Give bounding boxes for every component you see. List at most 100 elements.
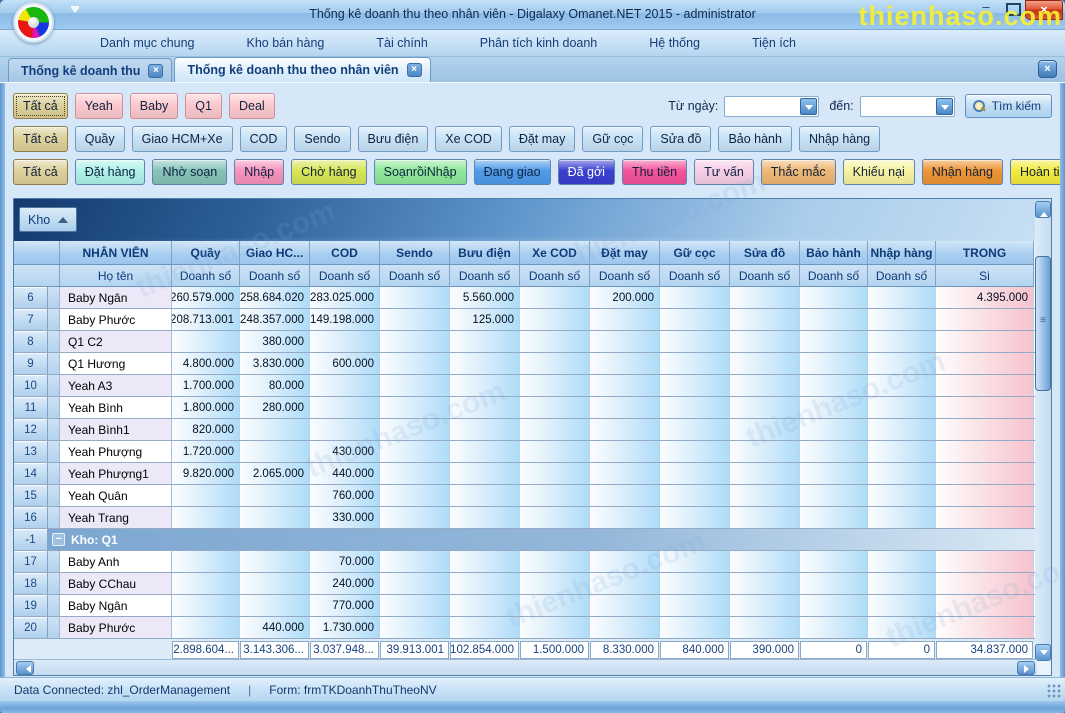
grid-cell[interactable] bbox=[660, 573, 730, 594]
grid-cell[interactable] bbox=[730, 617, 800, 638]
employee-name-cell[interactable]: Baby Anh bbox=[60, 551, 172, 572]
column-header-quay[interactable]: Quầy bbox=[172, 241, 240, 265]
collapse-icon[interactable]: − bbox=[52, 533, 65, 546]
grid-cell[interactable] bbox=[660, 485, 730, 506]
filter-button-a-goi[interactable]: Đã gởi bbox=[558, 159, 615, 185]
grid-cell[interactable] bbox=[730, 353, 800, 374]
row-number[interactable]: -1 bbox=[14, 529, 48, 550]
grid-cell[interactable]: 260.579.000 bbox=[172, 287, 240, 308]
row-number[interactable]: 19 bbox=[14, 595, 48, 616]
filter-button-tat-ca[interactable]: Tất cả bbox=[13, 93, 68, 119]
grid-cell[interactable] bbox=[800, 331, 868, 352]
grid-cell[interactable] bbox=[936, 507, 1034, 528]
grid-cell[interactable] bbox=[868, 397, 936, 418]
group-row-bar[interactable]: −Kho: Q1 bbox=[48, 529, 1037, 550]
grid-cell[interactable] bbox=[380, 331, 450, 352]
grid-cell[interactable] bbox=[380, 507, 450, 528]
filter-button-xe-cod[interactable]: Xe COD bbox=[435, 126, 502, 152]
grid-cell[interactable] bbox=[520, 463, 590, 484]
grid-cell[interactable] bbox=[172, 617, 240, 638]
scroll-down-icon[interactable] bbox=[1035, 644, 1051, 661]
grid-cell[interactable] bbox=[310, 397, 380, 418]
grid-cell[interactable] bbox=[590, 551, 660, 572]
grid-cell[interactable] bbox=[730, 595, 800, 616]
row-number[interactable]: 14 bbox=[14, 463, 48, 484]
grid-cell[interactable] bbox=[936, 375, 1034, 396]
filter-button-tat-ca[interactable]: Tất cả bbox=[13, 126, 68, 152]
group-by-kho-button[interactable]: Kho bbox=[19, 207, 77, 232]
grid-cell[interactable] bbox=[450, 375, 520, 396]
grid-cell[interactable] bbox=[730, 551, 800, 572]
grid-cell[interactable] bbox=[520, 551, 590, 572]
grid-cell[interactable] bbox=[590, 441, 660, 462]
maximize-icon[interactable] bbox=[999, 0, 1025, 17]
menu-item-tien-ich[interactable]: Tiện ích bbox=[738, 32, 810, 54]
grid-cell[interactable] bbox=[660, 441, 730, 462]
filter-button-cod[interactable]: COD bbox=[240, 126, 288, 152]
employee-name-cell[interactable]: Baby Ngân bbox=[60, 287, 172, 308]
grid-cell[interactable] bbox=[660, 507, 730, 528]
grid-cell[interactable] bbox=[936, 485, 1034, 506]
filter-button-quay[interactable]: Quầy bbox=[75, 126, 125, 152]
grid-cell[interactable] bbox=[868, 485, 936, 506]
employee-name-cell[interactable]: Yeah Quân bbox=[60, 485, 172, 506]
filter-button-deal[interactable]: Deal bbox=[229, 93, 275, 119]
grid-cell[interactable] bbox=[868, 287, 936, 308]
grid-cell[interactable] bbox=[590, 595, 660, 616]
subcolumn-header-ho-ten[interactable]: Họ tên bbox=[60, 265, 172, 287]
filter-button-nhan-hang[interactable]: Nhận hàng bbox=[922, 159, 1003, 185]
from-date-combo[interactable] bbox=[724, 96, 819, 117]
grid-cell[interactable]: 4.800.000 bbox=[172, 353, 240, 374]
scroll-right-icon[interactable] bbox=[1017, 661, 1035, 675]
grid-cell[interactable] bbox=[380, 397, 450, 418]
column-header-xe-cod[interactable]: Xe COD bbox=[520, 241, 590, 265]
grid-cell[interactable] bbox=[660, 287, 730, 308]
grid-cell[interactable] bbox=[868, 331, 936, 352]
column-header-sua-o[interactable]: Sửa đồ bbox=[730, 241, 800, 265]
subcolumn-header-doanh-so[interactable]: Doanh số bbox=[868, 265, 936, 287]
row-number[interactable]: 17 bbox=[14, 551, 48, 572]
grid-cell[interactable] bbox=[800, 441, 868, 462]
menu-item-danh-muc-chung[interactable]: Danh mục chung bbox=[86, 32, 209, 54]
row-number[interactable]: 15 bbox=[14, 485, 48, 506]
grid-cell[interactable] bbox=[380, 551, 450, 572]
filter-button-thu-tien[interactable]: Thu tiền bbox=[622, 159, 687, 185]
grid-cell[interactable] bbox=[590, 353, 660, 374]
grid-cell[interactable] bbox=[380, 485, 450, 506]
grid-cell[interactable]: 80.000 bbox=[240, 375, 310, 396]
row-number[interactable]: 13 bbox=[14, 441, 48, 462]
tab-thong-ke-doanh-thu[interactable]: Thống kê doanh thu× bbox=[8, 58, 172, 82]
close-tab-group-button[interactable]: × bbox=[1038, 60, 1057, 78]
grid-cell[interactable]: 1.700.000 bbox=[172, 375, 240, 396]
grid-cell[interactable] bbox=[730, 331, 800, 352]
chevron-down-icon[interactable] bbox=[936, 98, 953, 115]
grid-cell[interactable]: 280.000 bbox=[240, 397, 310, 418]
grid-cell[interactable] bbox=[936, 573, 1034, 594]
grid-cell[interactable] bbox=[660, 419, 730, 440]
filter-button-nhap[interactable]: Nhập bbox=[234, 159, 284, 185]
grid-cell[interactable] bbox=[800, 309, 868, 330]
grid-cell[interactable] bbox=[868, 551, 936, 572]
row-number[interactable]: 10 bbox=[14, 375, 48, 396]
grid-cell[interactable] bbox=[450, 353, 520, 374]
grid-cell[interactable] bbox=[520, 331, 590, 352]
grid-cell[interactable]: 440.000 bbox=[240, 617, 310, 638]
row-number[interactable]: 20 bbox=[14, 617, 48, 638]
filter-button-gu-coc[interactable]: Gữ cọc bbox=[582, 126, 643, 152]
grid-cell[interactable] bbox=[450, 419, 520, 440]
grid-cell[interactable] bbox=[590, 309, 660, 330]
menu-item-he-thong[interactable]: Hệ thống bbox=[635, 32, 714, 54]
grid-cell[interactable] bbox=[868, 573, 936, 594]
grid-cell[interactable]: 9.820.000 bbox=[172, 463, 240, 484]
filter-button-q1[interactable]: Q1 bbox=[185, 93, 222, 119]
grid-cell[interactable] bbox=[868, 441, 936, 462]
subcolumn-header-doanh-so[interactable]: Doanh số bbox=[730, 265, 800, 287]
filter-button-nho-soan[interactable]: Nhờ soạn bbox=[152, 159, 227, 185]
grid-cell[interactable] bbox=[520, 595, 590, 616]
grid-cell[interactable] bbox=[380, 375, 450, 396]
subcolumn-header-doanh-so[interactable]: Doanh số bbox=[520, 265, 590, 287]
to-date-combo[interactable] bbox=[860, 96, 955, 117]
grid-cell[interactable] bbox=[660, 309, 730, 330]
grid-cell[interactable] bbox=[868, 375, 936, 396]
grid-cell[interactable] bbox=[380, 463, 450, 484]
